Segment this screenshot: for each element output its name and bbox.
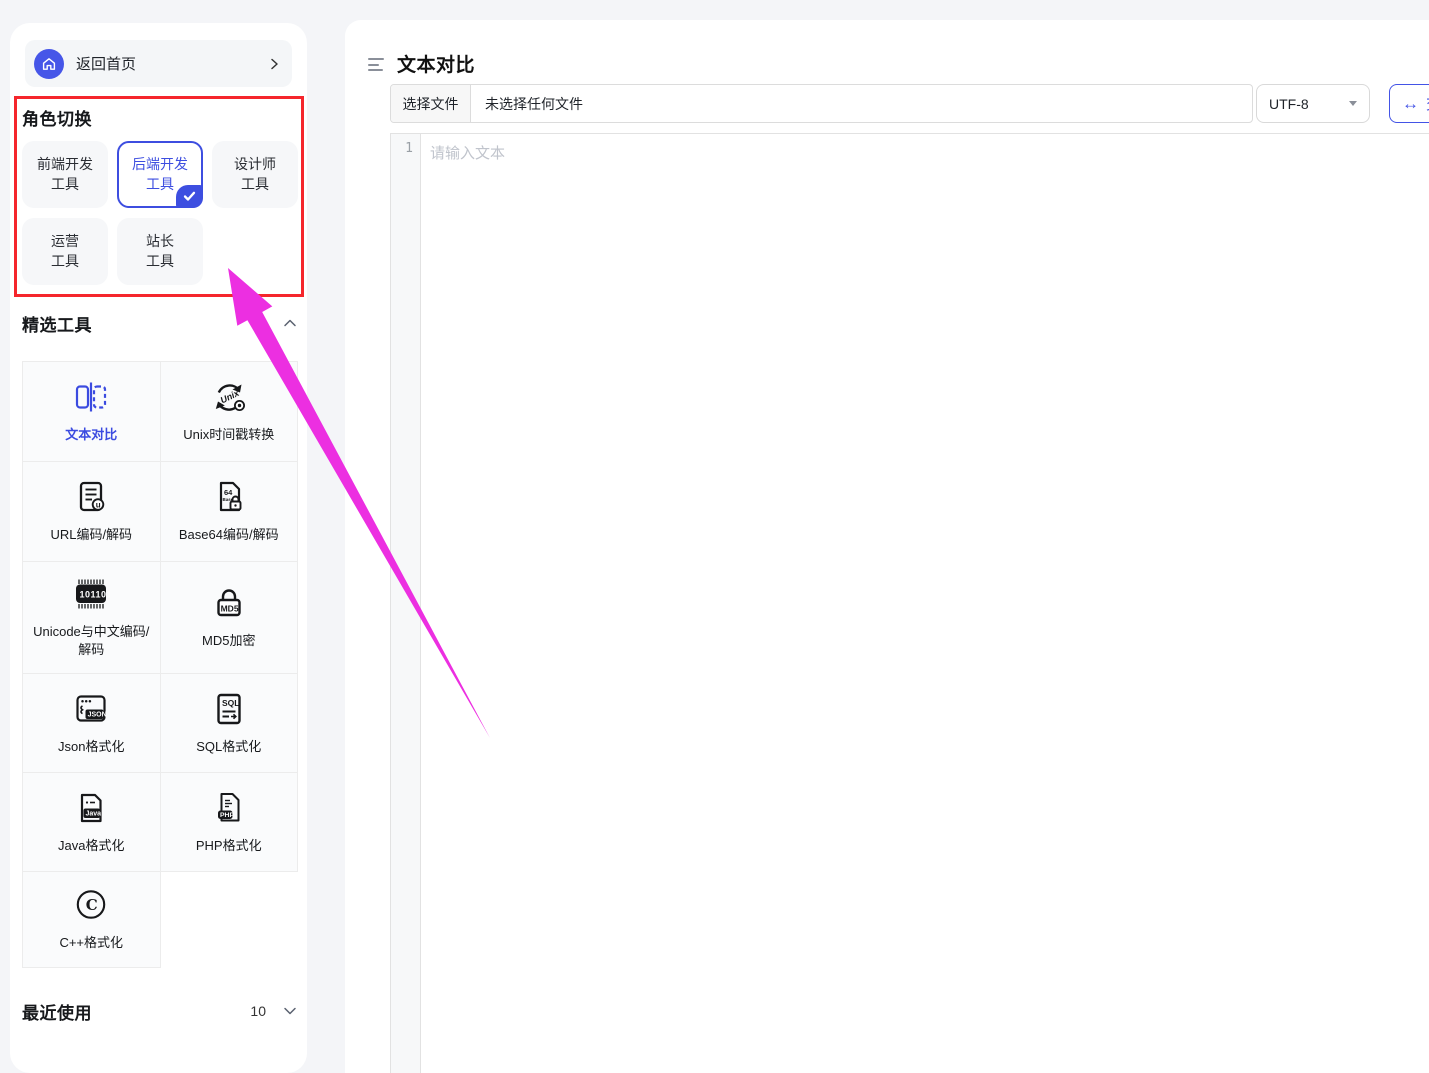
tool-cell-5[interactable]: MD5 MD5加密 <box>161 562 299 674</box>
svg-text:101101: 101101 <box>80 590 111 600</box>
tool-label: URL编码/解码 <box>50 526 132 544</box>
tool-cell-9[interactable]: PHP PHP格式化 <box>161 773 299 872</box>
sql-format-icon: SQL <box>212 691 246 727</box>
tool-label: Json格式化 <box>58 738 124 756</box>
featured-section-header: 精选工具 1 <box>22 311 300 335</box>
role-label-line1: 设计师 <box>234 155 276 175</box>
back-home-label: 返回首页 <box>76 53 136 74</box>
svg-text:C: C <box>86 896 98 914</box>
tool-label: Unix时间戳转换 <box>183 426 274 444</box>
tool-cell-2[interactable]: u URL编码/解码 <box>23 462 161 562</box>
tool-label: C++格式化 <box>59 934 123 952</box>
page-title: 文本对比 <box>397 50 475 77</box>
tool-cell-1[interactable]: Unix Unix时间戳转换 <box>161 362 299 462</box>
recent-count: 10 <box>250 1003 266 1019</box>
svg-text:MD5: MD5 <box>220 604 238 614</box>
url-encode-icon: u <box>74 479 108 515</box>
json-format-icon: JSON <box>73 691 109 727</box>
role-label-line1: 运营 <box>51 232 79 252</box>
java-format-icon: Java <box>74 790 108 826</box>
checkmark-badge-icon <box>176 185 203 208</box>
tool-label: Unicode与中文编码/解码 <box>31 623 152 658</box>
tool-label: 文本对比 <box>65 426 117 444</box>
sidebar: 返回首页 角色切换 前端开发工具后端开发工具设计师工具运营工具站长工具 精选工具… <box>10 23 307 1073</box>
role-section-header: 角色切换 <box>22 105 300 129</box>
svg-text:JSON: JSON <box>88 711 107 718</box>
tool-cell-6[interactable]: JSON Json格式化 <box>23 674 161 773</box>
tool-cell-3[interactable]: 64Base Base64编码/解码 <box>161 462 299 562</box>
tool-label: SQL格式化 <box>196 738 261 756</box>
swap-button[interactable]: ↔ 交 <box>1389 84 1429 123</box>
tool-cell-4[interactable]: 101101 Unicode与中文编码/解码 <box>23 562 161 674</box>
role-label-line1: 后端开发 <box>132 155 188 175</box>
editor-input[interactable]: 请输入文本 <box>421 134 1429 1073</box>
editor-gutter: 1 <box>391 134 421 1073</box>
svg-text:SQL: SQL <box>222 698 239 708</box>
text-editor[interactable]: 1 请输入文本 <box>390 133 1429 1073</box>
chevron-down-icon[interactable] <box>282 1004 298 1018</box>
compare-icon <box>74 379 108 415</box>
cpp-format-icon: C <box>74 887 108 923</box>
tool-label: Base64编码/解码 <box>179 526 279 544</box>
role-label-line1: 站长 <box>146 232 174 252</box>
featured-section-title: 精选工具 <box>22 311 92 336</box>
role-label-line2: 工具 <box>51 252 79 272</box>
tool-cell-7[interactable]: SQL SQL格式化 <box>161 674 299 773</box>
role-label-line2: 工具 <box>241 175 269 195</box>
featured-count: 1 <box>258 315 266 331</box>
main-header: 文本对比 <box>368 50 475 77</box>
unix-timestamp-icon: Unix <box>211 379 247 415</box>
tool-cell-0[interactable]: 文本对比 <box>23 362 161 462</box>
chevron-right-icon <box>266 56 282 72</box>
tool-label: PHP格式化 <box>196 837 262 855</box>
tool-label: MD5加密 <box>202 632 255 650</box>
back-home-button[interactable]: 返回首页 <box>25 40 292 87</box>
main-panel: 文本对比 选择文件 未选择任何文件 UTF-8 ↔ 交 1 请输入文本 <box>345 20 1429 1073</box>
line-number: 1 <box>391 141 420 156</box>
tool-cell-empty <box>161 872 299 968</box>
tool-cell-8[interactable]: Java Java格式化 <box>23 773 161 872</box>
encoding-select[interactable]: UTF-8 <box>1256 84 1370 123</box>
featured-tools-grid: 文本对比 Unix Unix时间戳转换 u URL编码/解码 64Base Base64编码… <box>22 361 298 968</box>
svg-text:u: u <box>96 501 101 510</box>
role-label-line2: 工具 <box>146 175 174 195</box>
choose-file-button[interactable]: 选择文件 <box>391 85 471 122</box>
chevron-up-icon[interactable] <box>282 316 298 330</box>
file-input[interactable]: 选择文件 未选择任何文件 <box>390 84 1253 123</box>
role-button-2[interactable]: 设计师工具 <box>212 141 298 208</box>
swap-arrows-icon: ↔ <box>1402 95 1419 112</box>
tool-label: Java格式化 <box>58 837 124 855</box>
base64-icon: 64Base <box>212 479 246 515</box>
caret-down-icon <box>1349 101 1357 106</box>
role-button-1[interactable]: 后端开发工具 <box>117 141 203 208</box>
role-section-title: 角色切换 <box>22 105 92 130</box>
md5-lock-icon: MD5 <box>212 585 246 621</box>
svg-text:64: 64 <box>224 488 233 497</box>
file-name-text: 未选择任何文件 <box>471 85 583 122</box>
encoding-value: UTF-8 <box>1269 96 1309 112</box>
recent-section-title: 最近使用 <box>22 999 92 1024</box>
role-label-line1: 前端开发 <box>37 155 93 175</box>
role-label-line2: 工具 <box>51 175 79 195</box>
collapse-sidebar-icon[interactable] <box>368 56 384 71</box>
editor-placeholder: 请输入文本 <box>430 145 505 162</box>
role-button-0[interactable]: 前端开发工具 <box>22 141 108 208</box>
tool-cell-10[interactable]: C C++格式化 <box>23 872 161 968</box>
recent-section-header: 最近使用 10 <box>22 999 300 1023</box>
php-format-icon: PHP <box>212 790 246 826</box>
role-label-line2: 工具 <box>146 252 174 272</box>
role-button-4[interactable]: 站长工具 <box>117 218 203 285</box>
svg-text:PHP: PHP <box>220 812 234 819</box>
unicode-chip-icon: 101101 <box>72 576 110 612</box>
home-icon <box>34 49 64 79</box>
role-button-3[interactable]: 运营工具 <box>22 218 108 285</box>
svg-text:Java: Java <box>86 810 102 817</box>
role-grid: 前端开发工具后端开发工具设计师工具运营工具站长工具 <box>22 141 298 285</box>
